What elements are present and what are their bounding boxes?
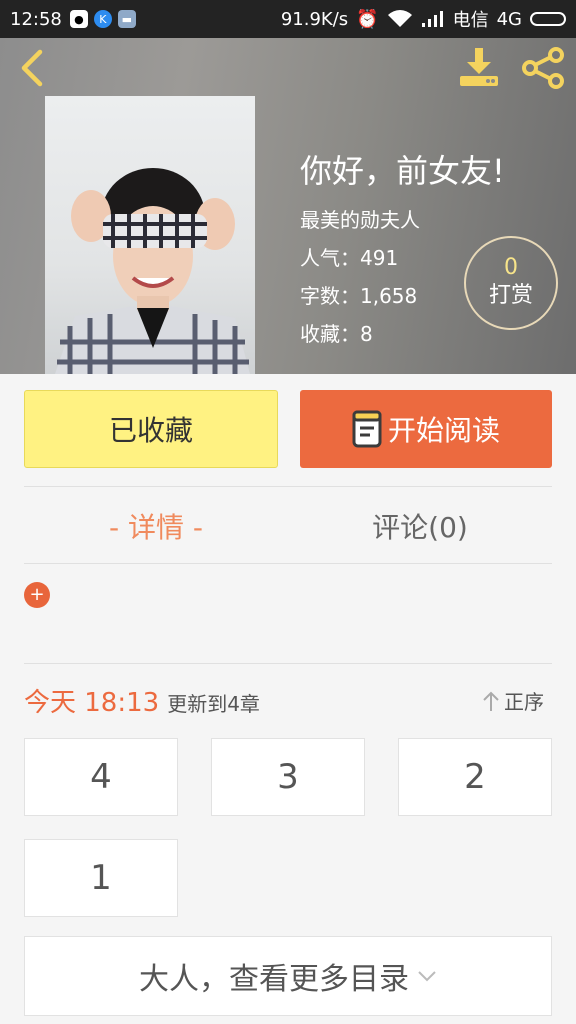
chevron-down-icon [418, 971, 436, 982]
carrier-label: 电信 [452, 10, 489, 31]
k-app-icon: K [93, 10, 112, 28]
message-icon: ▬ [117, 10, 136, 28]
book-author: 最美的勋夫人 [300, 208, 420, 232]
divider [24, 663, 552, 664]
expand-plus-icon[interactable]: + [24, 582, 50, 608]
reward-button[interactable]: 0 打赏 [464, 236, 558, 330]
divider [24, 563, 552, 564]
signal-icon [421, 11, 443, 27]
wifi-icon [387, 10, 412, 27]
network-label: 4G [496, 8, 522, 30]
alarm-icon: ⏰ [356, 8, 379, 30]
more-catalog-label: 大人，查看更多目录 [139, 962, 409, 997]
start-reading-button[interactable]: 开始阅读 [300, 390, 552, 468]
favorited-button[interactable]: 已收藏 [24, 390, 278, 468]
status-bar: 12:58 ● K ▬ 91.9K/s ⏰ 电信 4G [0, 0, 576, 38]
update-date: 今天 18:13 [24, 688, 160, 718]
sort-order-button[interactable]: 正序 [482, 686, 544, 715]
qq-icon: ● [69, 10, 88, 28]
book-header: 你好，前女友! 最美的勋夫人 人气：491 字数：1,658 收藏：8 0 打赏 [0, 38, 576, 374]
download-icon[interactable] [456, 46, 502, 90]
update-info: 今天 18:13 更新到4章 [24, 682, 260, 719]
chapter-button[interactable]: 3 [211, 738, 365, 816]
reward-count: 0 [504, 255, 518, 280]
book-icon [352, 410, 382, 448]
more-catalog-button[interactable]: 大人，查看更多目录 [24, 936, 552, 1016]
net-speed: 91.9K/s [280, 8, 349, 30]
book-favorites: 收藏：8 [300, 322, 373, 346]
reward-label: 打赏 [488, 283, 533, 308]
battery-icon [530, 12, 566, 26]
book-word-count: 字数：1,658 [300, 284, 418, 308]
status-time: 12:58 [10, 8, 62, 30]
book-cover-image [45, 96, 255, 374]
tab-comments[interactable]: 评论(0) [288, 500, 552, 552]
update-chapter-info: 更新到4章 [167, 692, 260, 716]
book-popularity: 人气：491 [300, 246, 399, 270]
start-reading-label: 开始阅读 [387, 414, 500, 447]
favorited-label: 已收藏 [108, 414, 193, 447]
tab-detail[interactable]: - 详情 - [24, 500, 288, 552]
divider [24, 486, 552, 487]
sort-order-label: 正序 [504, 690, 544, 714]
chapter-button[interactable]: 2 [398, 738, 552, 816]
chapter-button[interactable]: 4 [24, 738, 178, 816]
share-icon[interactable] [520, 46, 568, 90]
chevron-left-icon[interactable] [14, 48, 50, 88]
chapter-button[interactable]: 1 [24, 839, 178, 917]
arrow-up-icon [483, 691, 499, 711]
book-title: 你好，前女友! [300, 152, 505, 190]
